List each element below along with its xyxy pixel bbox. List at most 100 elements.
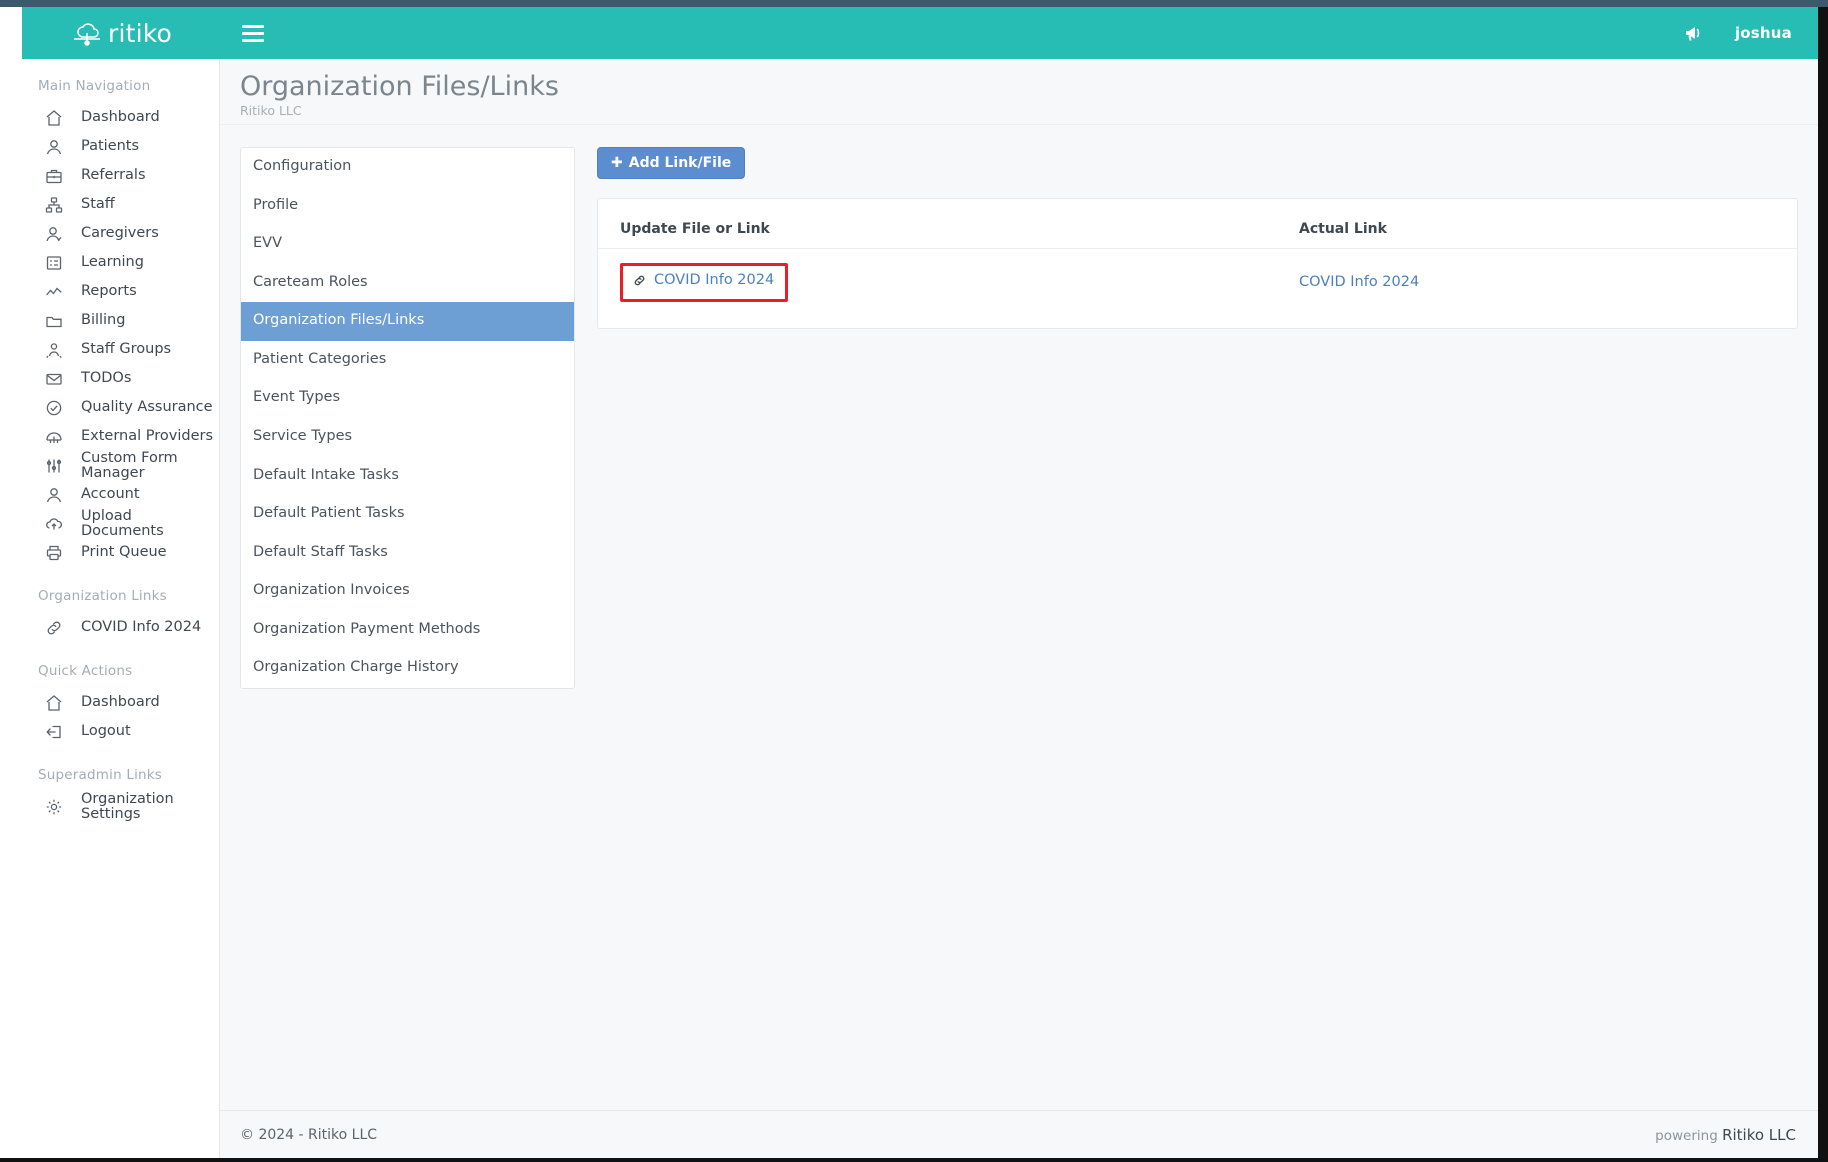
sidebar-item-patients[interactable]: Patients	[22, 132, 219, 161]
sidebar-item-caregivers[interactable]: Caregivers	[22, 219, 219, 248]
top-navbar: ritiko joshua	[22, 7, 1818, 59]
page-subtitle: Ritiko LLC	[240, 103, 1818, 118]
footer-powering-prefix: powering	[1655, 1128, 1718, 1144]
sidebar: Main Navigation Dashboard Patients Refer…	[22, 59, 220, 1158]
sidebar-item-upload-documents[interactable]: Upload Documents	[22, 509, 219, 538]
list-box-icon	[44, 253, 64, 273]
sidebar-item-label: Referrals	[81, 168, 146, 183]
sidebar-item-staff[interactable]: Staff	[22, 190, 219, 219]
files-links-table: Update File or Link Actual Link	[598, 199, 1797, 318]
add-link-file-button[interactable]: ✚ Add Link/File	[597, 147, 745, 179]
user-menu[interactable]: joshua	[1735, 24, 1792, 42]
cell-update-file-or-link: COVID Info 2024	[598, 249, 1277, 318]
sidebar-gap	[22, 567, 219, 579]
sidebar-item-label: Dashboard	[81, 110, 160, 125]
home-icon	[44, 108, 64, 128]
user-icon	[44, 485, 64, 505]
bridge-icon	[44, 427, 64, 447]
inbox-icon	[44, 369, 64, 389]
gear-icon	[44, 797, 64, 817]
sidebar-item-todos[interactable]: TODOs	[22, 364, 219, 393]
cloud-upload-icon	[44, 514, 64, 534]
page-header: Organization Files/Links Ritiko LLC	[220, 59, 1818, 125]
sidebar-item-custom-form-manager[interactable]: Custom Form Manager	[22, 451, 219, 480]
sidebar-item-label: Custom Form Manager	[81, 451, 219, 480]
printer-icon	[44, 543, 64, 563]
sidebar-item-label: Reports	[81, 284, 137, 299]
config-item-evv[interactable]: EVV	[241, 225, 574, 264]
sidebar-item-label: Dashboard	[81, 695, 160, 710]
sidebar-item-label: TODOs	[81, 371, 131, 386]
sidebar-item-label: External Providers	[81, 429, 213, 444]
update-file-link[interactable]: COVID Info 2024	[632, 272, 774, 288]
highlight-annotation-box: COVID Info 2024	[620, 263, 788, 302]
megaphone-icon[interactable]	[1683, 22, 1705, 44]
sidebar-item-external-providers[interactable]: External Providers	[22, 422, 219, 451]
sidebar-item-learning[interactable]: Learning	[22, 248, 219, 277]
sidebar-item-label: Caregivers	[81, 226, 159, 241]
table-header-row: Update File or Link Actual Link	[598, 199, 1797, 249]
sidebar-item-reports[interactable]: Reports	[22, 277, 219, 306]
plus-icon: ✚	[611, 156, 623, 170]
cloud-network-icon	[70, 19, 104, 47]
table-head: Update File or Link Actual Link	[598, 199, 1797, 249]
org-chart-icon	[44, 195, 64, 215]
config-item-patient-categories[interactable]: Patient Categories	[241, 341, 574, 380]
cell-actual-link: COVID Info 2024	[1277, 249, 1797, 318]
sidebar-gap	[22, 746, 219, 758]
config-item-default-patient-tasks[interactable]: Default Patient Tasks	[241, 495, 574, 534]
sidebar-item-print-queue[interactable]: Print Queue	[22, 538, 219, 567]
table-body: COVID Info 2024 COVID Info 2024	[598, 249, 1797, 318]
config-item-organization-charge-history[interactable]: Organization Charge History	[241, 649, 574, 688]
sidebar-item-label: Staff Groups	[81, 342, 171, 357]
sidebar-item-label: Organization Settings	[81, 792, 219, 821]
files-links-table-card: Update File or Link Actual Link	[597, 198, 1798, 329]
config-item-organization-files-links[interactable]: Organization Files/Links	[241, 302, 574, 341]
page-content: Organization Files/Links Ritiko LLC Conf…	[220, 59, 1818, 1158]
files-links-panel: ✚ Add Link/File Update File or Link Actu…	[597, 147, 1798, 689]
sidebar-item-quality-assurance[interactable]: Quality Assurance	[22, 393, 219, 422]
sidebar-item-logout[interactable]: Logout	[22, 717, 219, 746]
sidebar-gap	[22, 642, 219, 654]
config-item-event-types[interactable]: Event Types	[241, 379, 574, 418]
users-group-icon	[44, 340, 64, 360]
config-item-configuration[interactable]: Configuration	[241, 148, 574, 187]
config-item-careteam-roles[interactable]: Careteam Roles	[241, 264, 574, 303]
page-title: Organization Files/Links	[240, 71, 1818, 102]
sidebar-item-quick-dashboard[interactable]: Dashboard	[22, 688, 219, 717]
link-icon	[44, 618, 64, 638]
window-chrome-left	[0, 7, 22, 1162]
sidebar-item-label: Print Queue	[81, 545, 167, 560]
sidebar-item-dashboard[interactable]: Dashboard	[22, 103, 219, 132]
brand-logo-link[interactable]: ritiko	[22, 7, 220, 59]
update-file-link-label: COVID Info 2024	[654, 272, 774, 288]
sidebar-item-label: COVID Info 2024	[81, 620, 201, 635]
sidebar-item-label: Staff	[81, 197, 115, 212]
config-item-organization-payment-methods[interactable]: Organization Payment Methods	[241, 611, 574, 650]
browser-window: ritiko joshua Main Navigation Dashboa	[0, 0, 1828, 1162]
hamburger-icon[interactable]	[242, 20, 268, 46]
footer-powering-brand: Ritiko LLC	[1722, 1126, 1796, 1144]
sidebar-heading-organization-links: Organization Links	[22, 579, 219, 613]
footer-copyright: © 2024 - Ritiko LLC	[240, 1127, 377, 1143]
sidebar-item-referrals[interactable]: Referrals	[22, 161, 219, 190]
sliders-icon	[44, 456, 64, 476]
sidebar-item-account[interactable]: Account	[22, 480, 219, 509]
window-chrome-right	[1818, 7, 1828, 1158]
logout-icon	[44, 722, 64, 742]
sidebar-item-staff-groups[interactable]: Staff Groups	[22, 335, 219, 364]
sidebar-item-label: Account	[81, 487, 140, 502]
configuration-list: Configuration Profile EVV Careteam Roles…	[240, 147, 575, 689]
line-chart-icon	[44, 282, 64, 302]
config-item-organization-invoices[interactable]: Organization Invoices	[241, 572, 574, 611]
content-row: Configuration Profile EVV Careteam Roles…	[220, 125, 1818, 689]
sidebar-item-label: Logout	[81, 724, 131, 739]
sidebar-item-covid-info-2024[interactable]: COVID Info 2024	[22, 613, 219, 642]
config-item-default-intake-tasks[interactable]: Default Intake Tasks	[241, 457, 574, 496]
sidebar-item-organization-settings[interactable]: Organization Settings	[22, 792, 219, 821]
config-item-service-types[interactable]: Service Types	[241, 418, 574, 457]
config-item-profile[interactable]: Profile	[241, 187, 574, 226]
config-item-default-staff-tasks[interactable]: Default Staff Tasks	[241, 534, 574, 573]
actual-link[interactable]: COVID Info 2024	[1299, 274, 1419, 290]
sidebar-item-billing[interactable]: Billing	[22, 306, 219, 335]
